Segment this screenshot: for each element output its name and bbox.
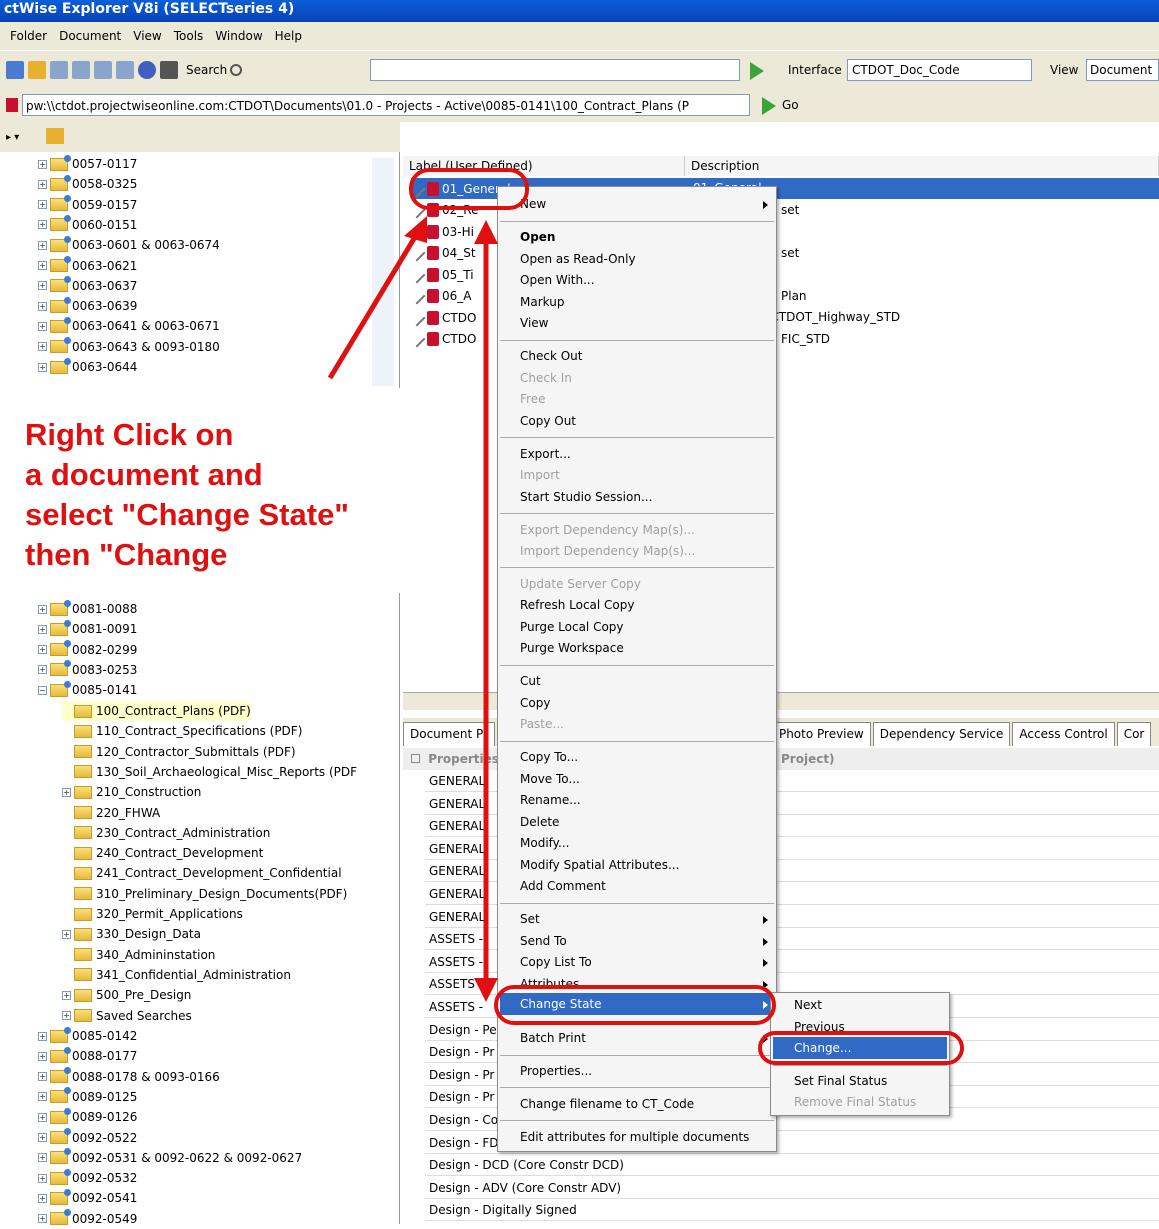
arrow-line-to-document bbox=[327, 230, 421, 380]
annotation-arrows bbox=[327, 216, 498, 1002]
arrow-head-document bbox=[404, 216, 427, 243]
arrow-head-up bbox=[474, 220, 498, 244]
arrow-head-change-state bbox=[474, 978, 498, 1002]
